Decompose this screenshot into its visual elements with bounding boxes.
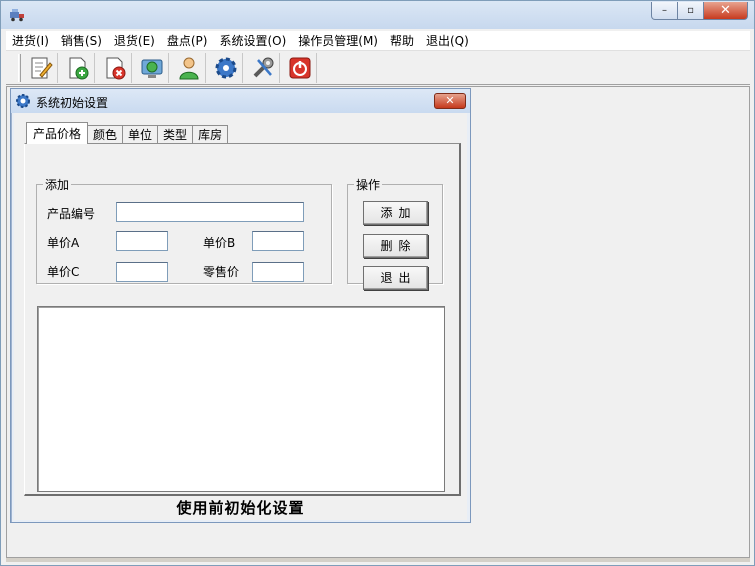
toolbar-returns-button[interactable] bbox=[99, 52, 132, 83]
truck-icon bbox=[10, 9, 24, 22]
toolbar-inventory-button[interactable] bbox=[136, 52, 169, 83]
menu-operator-management[interactable]: 操作员管理(M) bbox=[292, 31, 384, 51]
toolbar-exit-button[interactable] bbox=[284, 52, 317, 83]
menu-sales[interactable]: 销售(S) bbox=[55, 31, 108, 51]
close-button[interactable]: ✕ bbox=[704, 2, 748, 20]
toolbar bbox=[6, 51, 750, 85]
menu-inventory[interactable]: 盘点(P) bbox=[161, 31, 214, 51]
tab-warehouse[interactable]: 库房 bbox=[192, 125, 229, 144]
menu-purchase[interactable]: 进货(I) bbox=[6, 31, 55, 51]
tab-color[interactable]: 颜色 bbox=[87, 125, 124, 144]
toolbar-settings-button[interactable] bbox=[210, 52, 243, 83]
price-a-label: 单价A bbox=[47, 236, 80, 250]
tools-icon bbox=[253, 57, 274, 77]
product-code-label: 产品编号 bbox=[47, 207, 96, 221]
menu-bar: 进货(I) 销售(S) 退货(E) 盘点(P) 系统设置(O) 操作员管理(M)… bbox=[6, 31, 750, 51]
toolbar-grip bbox=[18, 53, 21, 82]
gear-icon bbox=[16, 94, 30, 108]
document-add-icon bbox=[69, 57, 89, 79]
gear-icon bbox=[215, 57, 237, 78]
power-icon bbox=[289, 57, 311, 78]
toolbar-tools-button[interactable] bbox=[247, 52, 280, 83]
dialog-title-bar[interactable]: 系统初始设置 ✕ bbox=[11, 89, 470, 113]
user-icon bbox=[179, 57, 199, 79]
product-code-input[interactable] bbox=[116, 202, 304, 222]
operation-group-legend: 操作 bbox=[356, 178, 381, 192]
edit-document-icon bbox=[31, 57, 53, 78]
menu-system-settings[interactable]: 系统设置(O) bbox=[213, 31, 292, 51]
title-bar: – ▫ ✕ bbox=[1, 1, 754, 29]
dialog-title: 系统初始设置 bbox=[36, 96, 109, 110]
status-strip bbox=[6, 558, 750, 562]
price-c-label: 单价C bbox=[47, 265, 80, 279]
document-delete-icon bbox=[106, 57, 126, 79]
price-b-label: 单价B bbox=[203, 236, 236, 250]
tab-unit[interactable]: 单位 bbox=[122, 125, 159, 144]
dialog-close-button[interactable]: ✕ bbox=[434, 93, 466, 109]
minimize-button[interactable]: – bbox=[651, 2, 678, 20]
add-group: 添加 产品编号 单价A 单价B 单价C 零售价 bbox=[36, 176, 332, 284]
product-price-list[interactable] bbox=[37, 306, 445, 492]
monitor-icon bbox=[141, 59, 163, 78]
dialog-body: 产品价格 颜色 单位 类型 库房 添加 产品编号 单价A 单价B 单价C 零售价… bbox=[14, 113, 467, 520]
menu-exit[interactable]: 退出(Q) bbox=[420, 31, 475, 51]
add-group-legend: 添加 bbox=[45, 178, 70, 192]
toolbar-user-button[interactable] bbox=[173, 52, 206, 83]
tab-type[interactable]: 类型 bbox=[157, 125, 194, 144]
price-b-input[interactable] bbox=[252, 231, 304, 251]
delete-button[interactable]: 删除 bbox=[363, 234, 428, 258]
price-c-input[interactable] bbox=[116, 262, 168, 282]
main-window: – ▫ ✕ 进货(I) 销售(S) 退货(E) 盘点(P) 系统设置(O) 操作… bbox=[0, 0, 755, 566]
maximize-button[interactable]: ▫ bbox=[678, 2, 704, 20]
menu-returns[interactable]: 退货(E) bbox=[108, 31, 161, 51]
retail-price-label: 零售价 bbox=[203, 265, 240, 279]
toolbar-sales-button[interactable] bbox=[62, 52, 95, 83]
operation-group: 操作 添加 删除 退出 bbox=[347, 176, 443, 290]
tab-strip: 产品价格 颜色 单位 类型 库房 bbox=[26, 122, 229, 144]
tab-panel-product-price: 添加 产品编号 单价A 单价B 单价C 零售价 操作 添加 删除 退出 bbox=[24, 143, 461, 496]
price-a-input[interactable] bbox=[116, 231, 168, 251]
footer-hint: 使用前初始化设置 bbox=[176, 499, 305, 517]
window-controls: – ▫ ✕ bbox=[651, 2, 748, 20]
toolbar-purchase-button[interactable] bbox=[25, 52, 58, 83]
retail-price-input[interactable] bbox=[252, 262, 304, 282]
exit-button[interactable]: 退出 bbox=[363, 266, 428, 290]
system-init-dialog: 系统初始设置 ✕ 产品价格 颜色 单位 类型 库房 添加 产品编号 单价A 单价… bbox=[10, 88, 471, 523]
add-button[interactable]: 添加 bbox=[363, 201, 428, 225]
menu-help[interactable]: 帮助 bbox=[384, 31, 420, 51]
tab-product-price[interactable]: 产品价格 bbox=[26, 122, 89, 144]
